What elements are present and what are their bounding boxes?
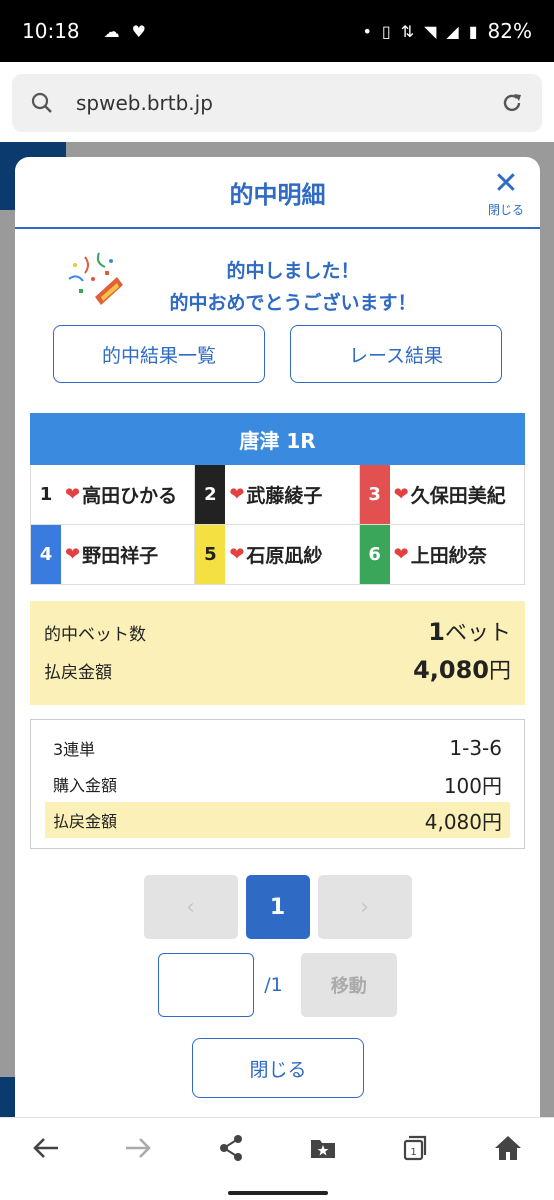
modal-header: 的中明細 ✕ 閉じる <box>15 157 540 229</box>
home-icon[interactable] <box>488 1128 528 1168</box>
browser-url-area: spweb.brtb.jp <box>0 62 554 142</box>
close-icon: ✕ <box>493 166 519 201</box>
hit-bets-unit: ベット <box>444 621 511 646</box>
purchase-label: 購入金額 <box>53 776 118 795</box>
racer-number: 6 <box>359 525 390 584</box>
hit-results-list-button[interactable]: 的中結果一覧 <box>53 325 265 383</box>
racer-name: 久保田美紀 <box>410 485 506 507</box>
status-time: 10:18 <box>22 19 80 43</box>
dot-icon: • <box>362 21 372 41</box>
heart-icon[interactable]: ❤ <box>65 544 80 565</box>
racer-name: 武藤綾子 <box>246 485 323 507</box>
page-number-input[interactable] <box>158 953 255 1017</box>
racer-grid: 1 ❤ 高田ひかる 2 ❤ 武藤綾子 3 ❤ 久保田美紀 4 ❤ 野田祥子 5 … <box>30 465 525 585</box>
racer-number: 3 <box>359 465 390 524</box>
prev-page-button[interactable]: ‹ <box>143 875 238 939</box>
racer-number: 5 <box>195 525 226 584</box>
back-arrow-icon[interactable] <box>26 1128 66 1168</box>
modal-title: 的中明細 <box>229 180 326 209</box>
bookmark-folder-icon[interactable] <box>303 1128 343 1168</box>
racer-cell: 2 ❤ 武藤綾子 <box>195 465 360 525</box>
close-button[interactable]: 閉じる <box>192 1038 364 1098</box>
racer-cell: 5 ❤ 石原凪紗 <box>195 525 360 585</box>
race-result-button[interactable]: レース結果 <box>290 325 502 383</box>
bet-combination: 1-3-6 <box>449 736 502 760</box>
browser-toolbar: 1 <box>0 1117 554 1177</box>
hit-bets-label: 的中ベット数 <box>44 625 146 645</box>
payout-unit: 円 <box>488 659 511 684</box>
racer-name: 高田ひかる <box>82 485 178 507</box>
share-icon[interactable] <box>211 1128 251 1168</box>
page-jump: /1 移動 <box>15 953 540 1017</box>
forward-arrow-icon[interactable] <box>118 1128 158 1168</box>
search-icon <box>31 92 52 113</box>
payout-label: 払戻金額 <box>44 663 112 683</box>
detail-payout-label: 払戻金額 <box>53 812 118 831</box>
hit-bets-value: 1 <box>428 618 445 646</box>
racer-name: 上田紗奈 <box>410 545 487 567</box>
party-popper-icon <box>68 252 123 305</box>
heart-icon[interactable]: ❤ <box>394 544 409 565</box>
detail-payout-value: 4,080円 <box>424 809 502 834</box>
racer-name: 石原凪紗 <box>246 545 323 567</box>
heart-icon[interactable]: ❤ <box>229 484 244 505</box>
congrats-section: 的中しました！ 的中おめでとうございます！ <box>15 229 540 319</box>
racer-cell: 3 ❤ 久保田美紀 <box>359 465 524 525</box>
wifi-icon: ◥ <box>424 21 437 41</box>
hit-details-modal: 的中明細 ✕ 閉じる 的中しました！ 的中おめでとうございます！ 的中結果一覧 … <box>15 157 540 1117</box>
pagination: ‹ 1 › <box>15 875 540 939</box>
vibrate-icon: ▯ <box>381 21 391 41</box>
racer-number: 1 <box>31 465 61 524</box>
app-notification-icon: ☁ <box>103 21 120 41</box>
move-button[interactable]: 移動 <box>300 953 397 1017</box>
racer-name: 野田祥子 <box>82 545 159 567</box>
home-handle[interactable] <box>228 1191 328 1195</box>
congrats-line-1: 的中しました！ <box>226 260 360 282</box>
racer-cell: 1 ❤ 高田ひかる <box>31 465 196 525</box>
data-arrows-icon: ⇅ <box>400 21 415 41</box>
battery-icon: ▮ <box>468 21 478 41</box>
heart-notification-icon: ♥ <box>131 21 146 41</box>
tabs-icon[interactable]: 1 <box>395 1128 435 1168</box>
url-text: spweb.brtb.jp <box>76 91 213 115</box>
signal-icon: ◢ <box>446 21 459 41</box>
racer-number: 4 <box>31 525 61 584</box>
next-page-button[interactable]: › <box>317 875 412 939</box>
status-bar: 10:18 ☁ ♥ • ▯ ⇅ ◥ ◢ ▮ 82% <box>0 0 554 62</box>
bet-type: 3連単 <box>53 740 96 759</box>
page-1-button[interactable]: 1 <box>245 875 310 939</box>
racer-cell: 6 ❤ 上田紗奈 <box>359 525 524 585</box>
battery-percent: 82% <box>487 19 532 43</box>
close-label: 閉じる <box>487 203 524 217</box>
congrats-line-2: 的中おめでとうございます！ <box>169 292 417 314</box>
purchase-value: 100円 <box>443 773 502 798</box>
svg-text:1: 1 <box>411 1147 417 1158</box>
racer-cell: 4 ❤ 野田祥子 <box>31 525 196 585</box>
bet-detail: 3連単 1-3-6 購入金額 100円 払戻金額 4,080円 <box>30 719 525 849</box>
racer-number: 2 <box>195 465 226 524</box>
url-bar[interactable]: spweb.brtb.jp <box>12 74 542 132</box>
gesture-bar <box>0 1177 554 1200</box>
result-buttons: 的中結果一覧 レース結果 <box>15 325 540 383</box>
modal-close-button[interactable]: ✕ 閉じる <box>488 169 524 218</box>
race-header: 唐津 1R <box>30 413 525 465</box>
page-total: /1 <box>264 974 283 996</box>
reload-icon[interactable] <box>500 91 524 115</box>
congrats-message: 的中しました！ 的中おめでとうございます！ <box>133 255 453 319</box>
heart-icon[interactable]: ❤ <box>394 484 409 505</box>
hit-summary: 的中ベット数 1ベット 払戻金額 4,080円 <box>30 601 525 705</box>
payout-value: 4,080 <box>413 656 489 684</box>
heart-icon[interactable]: ❤ <box>65 484 80 505</box>
heart-icon[interactable]: ❤ <box>229 544 244 565</box>
page-footer-fragment <box>0 1077 15 1117</box>
